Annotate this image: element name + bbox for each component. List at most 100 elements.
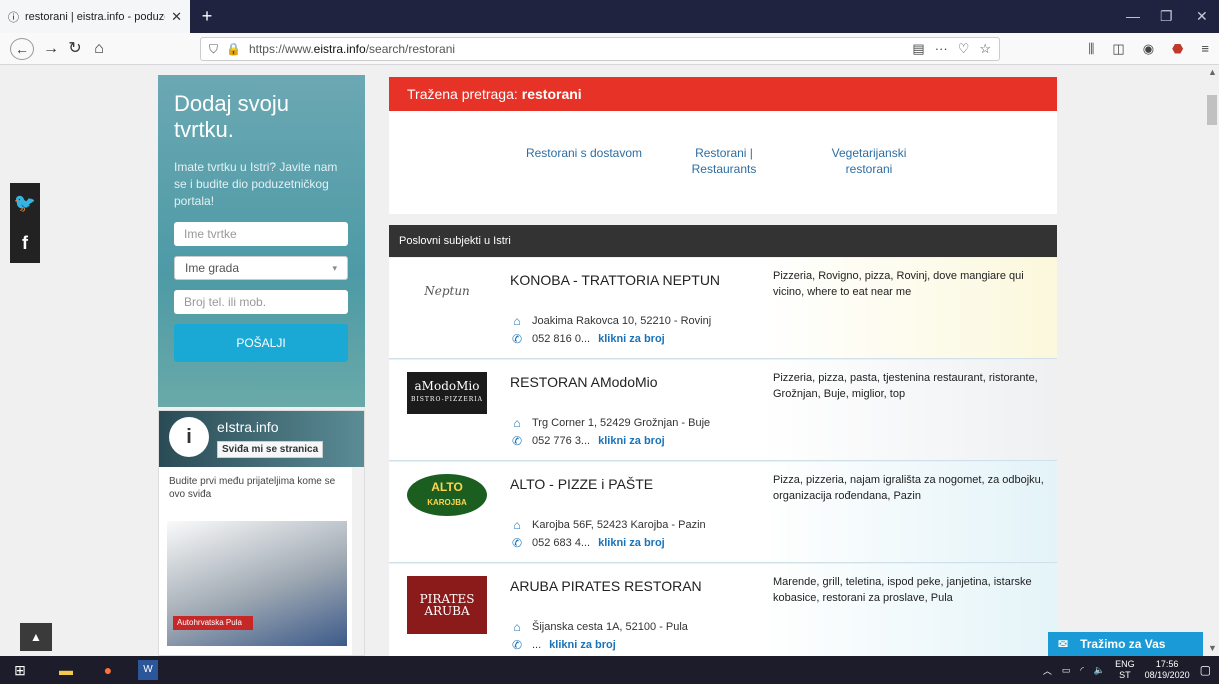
business-logo[interactable]: aModoMio BISTRO-PIZZERIA [407,372,487,414]
firefox-icon[interactable]: ● [98,660,118,680]
sidebar-icon[interactable]: ◫ [1112,41,1124,57]
close-window-button[interactable]: ✕ [1196,8,1208,25]
fb-header: i eIstra.info Sviđa mi se stranica [159,411,364,467]
add-company-panel: Dodaj svoju tvrtku. Imate tvrtku u Istri… [158,75,365,407]
promo-title: Dodaj svoju tvrtku. [174,91,289,142]
menu-icon[interactable]: ≡ [1201,41,1209,57]
business-name[interactable]: RESTORAN AModoMio [510,374,658,390]
search-query: restorani [521,86,582,102]
related-searches: Restorani s dostavom Restorani | Restaur… [389,111,1057,214]
home-icon: ⌂ [513,620,521,634]
new-tab-button[interactable]: + [196,6,218,27]
browser-tab[interactable]: ⓘ restorani | eistra.info - poduze ✕ [0,0,190,33]
facebook-icon[interactable]: f [10,223,40,263]
library-icon[interactable]: ⫼ [1088,41,1094,57]
clock[interactable]: 17:56 08/19/2020 [1145,659,1190,681]
fb-post-image[interactable]: Autohrvatska Pula [167,521,347,646]
windows-start-icon[interactable]: ⊞ [10,660,30,680]
phone-icon: ✆ [511,638,523,652]
tracking-shield-icon[interactable]: ⛉ [209,42,218,57]
file-explorer-icon[interactable]: ▬ [56,660,76,680]
url-bar[interactable]: ⛉ 🔒 https://www.eistra.info/search/resto… [200,37,1000,61]
chevron-down-icon: ▾ [332,262,337,273]
site-favicon-icon: ⓘ [8,11,19,24]
forward-button[interactable]: → [40,38,62,60]
company-name-input[interactable]: Ime tvrtke [174,222,348,246]
business-phone: ✆ 052 816 0... klikni za broj [511,332,665,346]
fb-message: Budite prvi među prijateljima kome se ov… [169,476,336,500]
page-actions-icon[interactable]: ··· [935,41,948,57]
business-row[interactable]: PIRATES ARUBA ARUBA PIRATES RESTORAN ⌂ Š… [389,564,1057,656]
twitter-icon[interactable]: 🐦 [10,183,40,223]
tab-close-icon[interactable]: ✕ [171,9,182,25]
home-icon: ⌂ [513,416,521,430]
home-icon: ⌂ [513,518,521,532]
scroll-to-top-button[interactable]: ▲ [20,623,52,651]
business-tags: Pizza, pizzeria, najam igrališta za nogo… [761,462,1057,562]
fb-scrollbar[interactable] [352,467,364,655]
business-logo[interactable]: ALTO KAROJBA [407,474,487,516]
phone-icon: ✆ [511,332,523,346]
search-heading: Tražena pretraga: restorani [389,77,1057,111]
reveal-phone-link[interactable]: klikni za broj [598,537,665,549]
eistra-logo-icon[interactable]: i [169,417,209,457]
back-button[interactable]: ← [10,38,34,60]
chat-widget-button[interactable]: ✉ Tražimo za Vas [1048,632,1203,656]
lock-icon[interactable]: 🔒 [226,42,241,56]
submit-button[interactable]: POŠALJI [174,324,348,362]
volume-icon[interactable]: 🔈 [1094,665,1105,676]
suggestion-link[interactable]: Restorani s dostavom [514,145,654,161]
business-logo[interactable]: PIRATES ARUBA [407,576,487,634]
business-phone: ✆ 052 683 4... klikni za broj [511,536,665,550]
scroll-up-icon[interactable]: ▲ [1208,67,1217,77]
business-logo[interactable]: Neptun [407,270,487,312]
phone-input[interactable]: Broj tel. ili mob. [174,290,348,314]
page-content: 🐦 f Dodaj svoju tvrtku. Imate tvrtku u I… [0,65,1205,656]
home-icon: ⌂ [513,314,521,328]
social-bar: 🐦 f [10,183,40,263]
url-text: https://www.eistra.info/search/restorani [248,42,456,56]
list-header: Poslovni subjekti u Istri [389,225,1057,257]
promo-text: Imate tvrtku u Istri? Javite nam se i bu… [174,160,338,208]
minimize-button[interactable]: — [1126,8,1140,24]
tab-bar: ⓘ restorani | eistra.info - poduze ✕ + —… [0,0,1219,33]
chat-label: Tražimo za Vas [1080,637,1166,651]
business-phone: ✆ 052 776 3... klikni za broj [511,434,665,448]
business-name[interactable]: KONOBA - TRATTORIA NEPTUN [510,272,720,288]
suggestion-link[interactable]: Restorani | Restaurants [674,145,774,177]
maximize-button[interactable]: ❐ [1160,8,1173,25]
tab-title: restorani | eistra.info - poduze [25,10,166,23]
fb-like-button[interactable]: Sviđa mi se stranica [217,441,324,458]
bookmark-star-icon[interactable]: ☆ [979,41,991,57]
reveal-phone-link[interactable]: klikni za broj [549,639,616,651]
reload-button[interactable]: ↻ [64,38,86,60]
notifications-icon[interactable]: ▢ [1200,663,1211,677]
battery-icon[interactable]: ▭ [1062,665,1071,676]
pocket-icon[interactable]: ♡ [958,41,970,57]
reveal-phone-link[interactable]: klikni za broj [598,435,665,447]
account-icon[interactable]: ◉ [1143,41,1154,57]
reveal-phone-link[interactable]: klikni za broj [598,333,665,345]
scroll-thumb[interactable] [1207,95,1217,125]
page-scrollbar[interactable]: ▲ ▼ [1205,65,1219,656]
business-row[interactable]: Neptun KONOBA - TRATTORIA NEPTUN ⌂ Joaki… [389,258,1057,359]
business-name[interactable]: ALTO - PIZZE i PAŠTE [510,476,653,492]
fb-page-name[interactable]: eIstra.info [217,419,278,435]
reader-view-icon[interactable]: ▤ [912,41,924,57]
business-address: ⌂ Trg Corner 1, 52429 Grožnjan - Buje [510,416,710,430]
phone-icon: ✆ [511,434,523,448]
language-indicator[interactable]: ENG ST [1115,659,1135,681]
city-select[interactable]: Ime grada ▾ [174,256,348,280]
business-tags: Marende, grill, teletina, ispod peke, ja… [761,564,1057,656]
ublock-icon[interactable]: ⬣ [1172,41,1183,57]
business-address: ⌂ Šijanska cesta 1A, 52100 - Pula [510,620,688,634]
scroll-down-icon[interactable]: ▼ [1208,643,1217,653]
home-button[interactable]: ⌂ [88,38,110,60]
business-row[interactable]: ALTO KAROJBA ALTO - PIZZE i PAŠTE ⌂ Karo… [389,462,1057,563]
tray-chevron-icon[interactable]: ︿ [1043,664,1052,677]
business-row[interactable]: aModoMio BISTRO-PIZZERIA RESTORAN AModoM… [389,360,1057,461]
business-name[interactable]: ARUBA PIRATES RESTORAN [510,578,702,594]
word-icon[interactable]: W [138,660,158,680]
wifi-icon[interactable]: ◜ [1080,665,1084,676]
suggestion-link[interactable]: Vegetarijanski restorani [809,145,929,177]
